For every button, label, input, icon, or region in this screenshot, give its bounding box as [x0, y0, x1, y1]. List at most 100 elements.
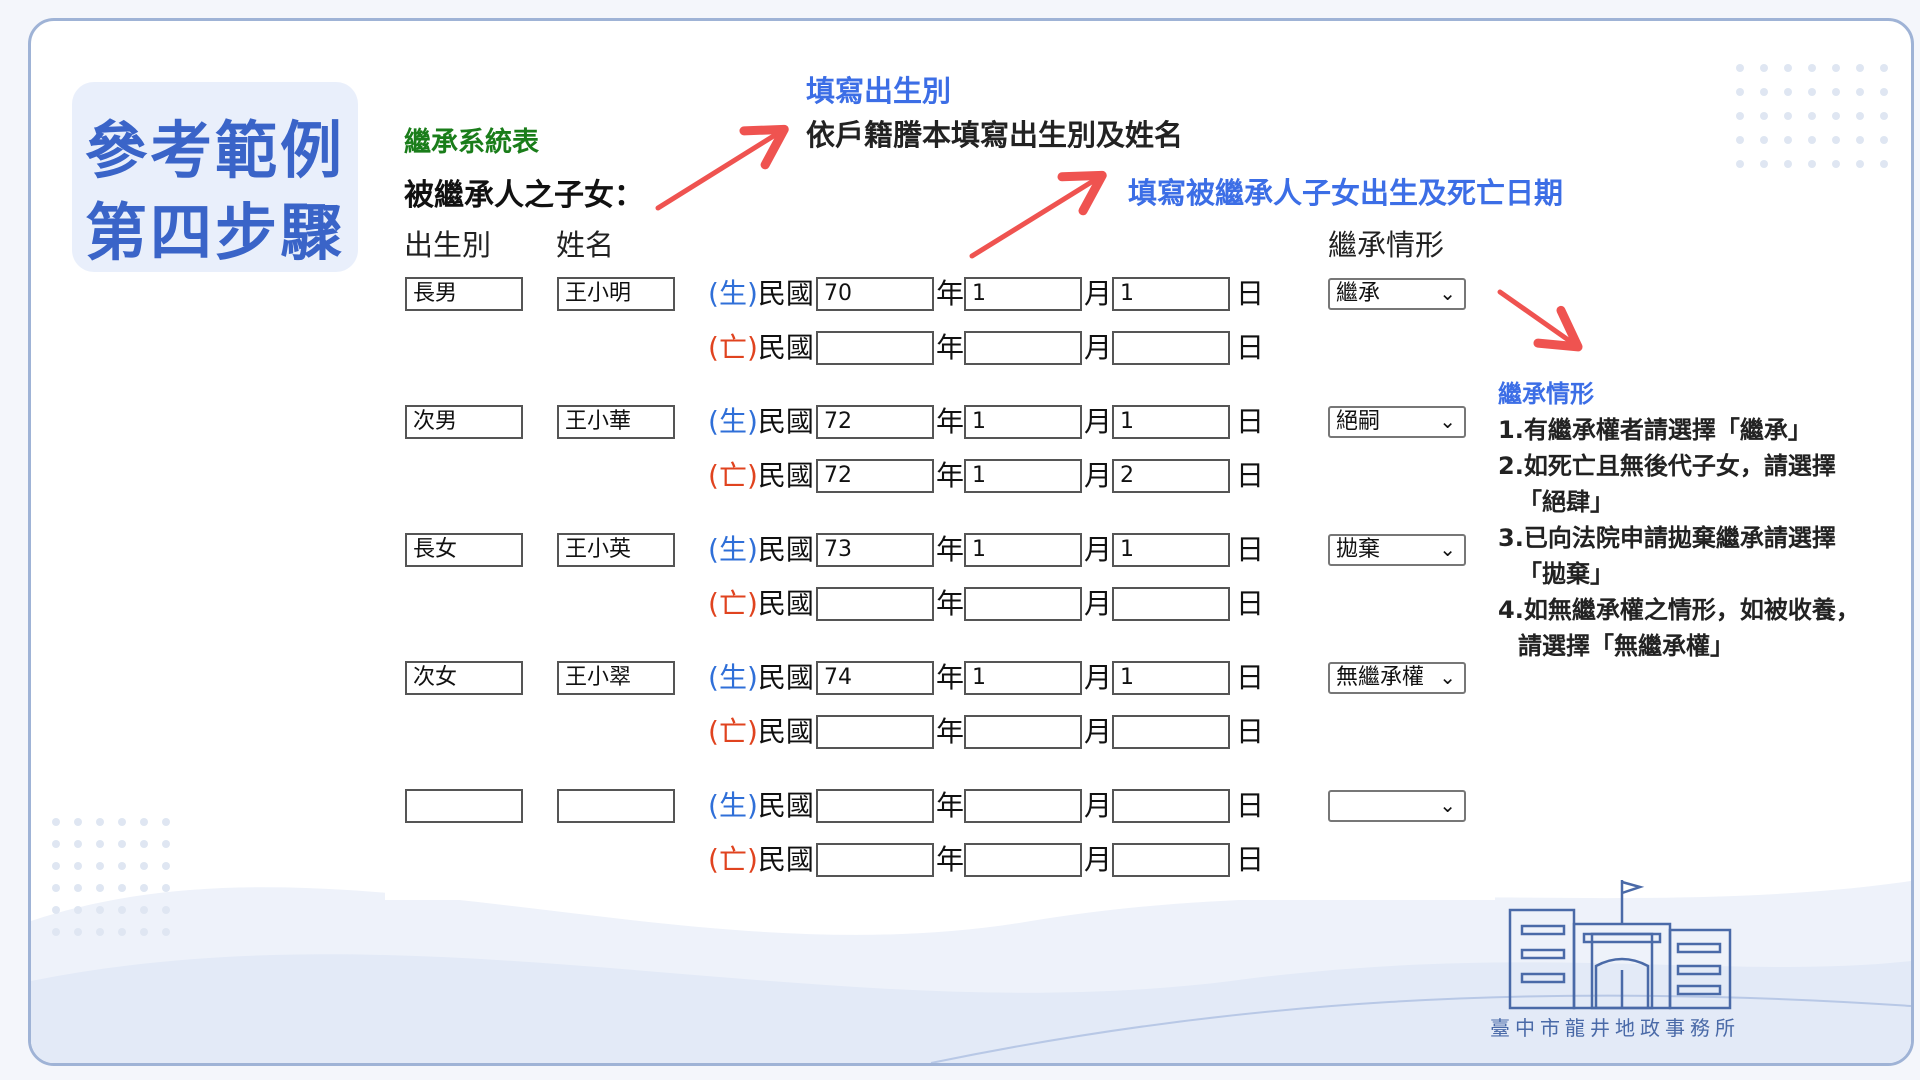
- decor-dot: [96, 884, 104, 892]
- status-select[interactable]: 絕嗣 ⌄: [1328, 406, 1466, 438]
- status-note-line-7: 請選擇「無繼承權」: [1518, 632, 1734, 660]
- decor-dot: [1784, 64, 1792, 72]
- decor-dot: [1736, 136, 1744, 144]
- birth-day-input[interactable]: 1: [1112, 277, 1230, 311]
- column-birth-order: 出生別: [404, 228, 492, 262]
- era-label: 民國: [757, 277, 814, 310]
- month-unit: 月: [1084, 459, 1113, 492]
- death-prefix-char: 亡: [718, 715, 747, 748]
- name-input[interactable]: 王小明: [557, 277, 675, 311]
- month-unit: 月: [1084, 789, 1113, 822]
- decor-dot: [1832, 64, 1840, 72]
- birth-year-input[interactable]: [816, 789, 934, 823]
- status-note-line-1: 1.有繼承權者請選擇「繼承」: [1498, 416, 1812, 444]
- decor-dot: [1760, 88, 1768, 96]
- death-year-input[interactable]: 72: [816, 459, 934, 493]
- name-input[interactable]: 王小翠: [557, 661, 675, 695]
- death-prefix: (亡)民國: [708, 843, 814, 876]
- death-prefix-char: 亡: [718, 843, 747, 876]
- birth-day-input[interactable]: 1: [1112, 405, 1230, 439]
- decor-dot: [52, 928, 60, 936]
- birth-month-input[interactable]: [964, 789, 1082, 823]
- decorative-dots-top-right: [1736, 64, 1888, 174]
- decor-dot: [118, 862, 126, 870]
- day-unit: 日: [1236, 331, 1265, 364]
- column-status: 繼承情形: [1328, 228, 1445, 262]
- chevron-down-icon: ⌄: [1439, 665, 1456, 689]
- death-year-input[interactable]: [816, 843, 934, 877]
- birth-order-input[interactable]: 次女: [405, 661, 523, 695]
- decor-dot: [96, 928, 104, 936]
- death-day-input[interactable]: [1112, 331, 1230, 365]
- status-select[interactable]: 無繼承權 ⌄: [1328, 662, 1466, 694]
- birth-prefix: (生)民國: [708, 789, 814, 822]
- decor-dot: [118, 884, 126, 892]
- year-unit: 年: [936, 789, 965, 822]
- birth-prefix-char: 生: [718, 405, 747, 438]
- era-label: 民國: [757, 843, 814, 876]
- birth-year-input[interactable]: 73: [816, 533, 934, 567]
- name-input[interactable]: [557, 789, 675, 823]
- decor-dot: [1784, 136, 1792, 144]
- death-day-input[interactable]: [1112, 843, 1230, 877]
- death-prefix-char: 亡: [718, 459, 747, 492]
- decor-dot: [74, 840, 82, 848]
- year-unit: 年: [936, 843, 965, 876]
- decor-dot: [1808, 64, 1816, 72]
- status-select-value: 無繼承權: [1336, 665, 1425, 690]
- decor-dot: [1856, 88, 1864, 96]
- office-name: 臺中市龍井地政事務所: [1490, 1016, 1740, 1040]
- birth-prefix: (生)民國: [708, 533, 814, 566]
- death-prefix: (亡)民國: [708, 587, 814, 620]
- death-month-input[interactable]: [964, 331, 1082, 365]
- death-day-input[interactable]: [1112, 587, 1230, 621]
- birth-month-input[interactable]: 1: [964, 533, 1082, 567]
- status-note-line-5: 「拋棄」: [1518, 560, 1614, 588]
- year-unit: 年: [936, 405, 965, 438]
- death-month-input[interactable]: [964, 715, 1082, 749]
- birth-order-input[interactable]: [405, 789, 523, 823]
- title-line-1: 參考範例: [84, 114, 345, 187]
- birth-month-input[interactable]: 1: [964, 277, 1082, 311]
- birth-prefix-char: 生: [718, 661, 747, 694]
- name-input[interactable]: 王小英: [557, 533, 675, 567]
- decor-dot: [140, 862, 148, 870]
- birth-year-input[interactable]: 74: [816, 661, 934, 695]
- birth-day-input[interactable]: 1: [1112, 533, 1230, 567]
- death-year-input[interactable]: [816, 331, 934, 365]
- year-unit: 年: [936, 533, 965, 566]
- death-year-input[interactable]: [816, 715, 934, 749]
- status-select[interactable]: ⌄: [1328, 790, 1466, 822]
- birth-order-input[interactable]: 長女: [405, 533, 523, 567]
- decor-dot: [162, 928, 170, 936]
- annotation-birth-order-title: 填寫出生別: [806, 74, 952, 108]
- birth-order-input[interactable]: 次男: [405, 405, 523, 439]
- birth-month-input[interactable]: 1: [964, 661, 1082, 695]
- birth-month-input[interactable]: 1: [964, 405, 1082, 439]
- status-note-line-4: 3.已向法院申請拋棄繼承請選擇: [1498, 524, 1836, 552]
- death-month-input[interactable]: 1: [964, 459, 1082, 493]
- death-month-input[interactable]: [964, 587, 1082, 621]
- death-year-input[interactable]: [816, 587, 934, 621]
- status-select[interactable]: 繼承 ⌄: [1328, 278, 1466, 310]
- name-input[interactable]: 王小華: [557, 405, 675, 439]
- decor-dot: [1736, 64, 1744, 72]
- decor-dot: [96, 906, 104, 914]
- death-day-input[interactable]: 2: [1112, 459, 1230, 493]
- annotation-dates-title: 填寫被繼承人子女出生及死亡日期: [1128, 176, 1564, 210]
- birth-year-input[interactable]: 70: [816, 277, 934, 311]
- decor-dot: [96, 862, 104, 870]
- decor-dot: [162, 906, 170, 914]
- status-note-line-2: 2.如死亡且無後代子女，請選擇: [1498, 452, 1836, 480]
- status-select[interactable]: 拋棄 ⌄: [1328, 534, 1466, 566]
- birth-year-input[interactable]: 72: [816, 405, 934, 439]
- death-month-input[interactable]: [964, 843, 1082, 877]
- birth-day-input[interactable]: 1: [1112, 661, 1230, 695]
- birth-order-input[interactable]: 長男: [405, 277, 523, 311]
- decor-dot: [162, 862, 170, 870]
- death-day-input[interactable]: [1112, 715, 1230, 749]
- day-unit: 日: [1236, 405, 1265, 438]
- decor-dot: [1880, 136, 1888, 144]
- birth-day-input[interactable]: [1112, 789, 1230, 823]
- chevron-down-icon: ⌄: [1439, 793, 1456, 817]
